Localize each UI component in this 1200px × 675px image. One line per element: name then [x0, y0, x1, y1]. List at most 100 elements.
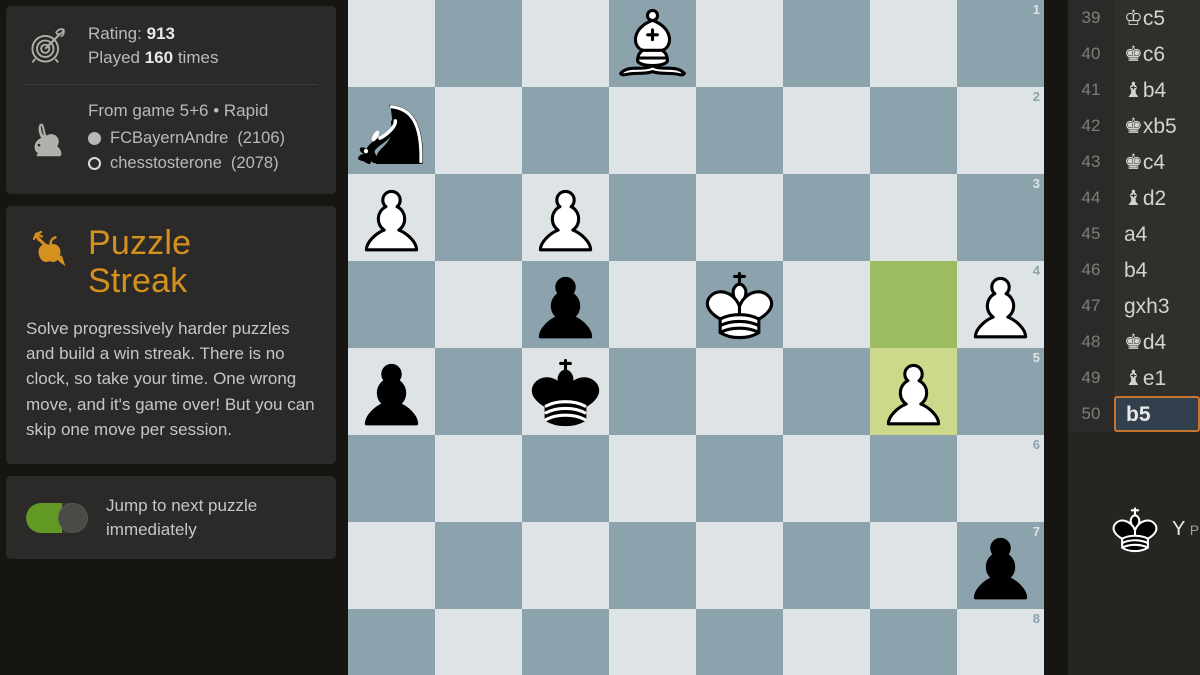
board-square[interactable] [609, 522, 696, 609]
board-square[interactable] [870, 261, 957, 348]
white-pawn-piece[interactable] [348, 174, 435, 261]
board-square[interactable] [870, 0, 957, 87]
board-square[interactable] [870, 348, 957, 435]
move-row[interactable]: 50 b5 [1068, 396, 1200, 432]
move-san-container[interactable]: ♚c4 [1114, 144, 1200, 180]
board-square[interactable] [522, 348, 609, 435]
black-pawn-piece[interactable] [522, 261, 609, 348]
board-square[interactable] [783, 348, 870, 435]
jump-to-next-puzzle-card[interactable]: Jump to next puzzle immediately [6, 475, 336, 560]
board-square[interactable] [348, 522, 435, 609]
board-square[interactable] [783, 522, 870, 609]
board-square[interactable]: 7 [957, 522, 1044, 609]
move-row[interactable]: 45 a4 [1068, 216, 1200, 252]
move-san-container[interactable]: ♝b4 [1114, 72, 1200, 108]
board-square[interactable] [435, 87, 522, 174]
board-square[interactable] [696, 0, 783, 87]
board-square[interactable] [696, 522, 783, 609]
move-row[interactable]: 44 ♝d2 [1068, 180, 1200, 216]
board-square[interactable] [522, 522, 609, 609]
board-square[interactable] [783, 261, 870, 348]
board-square[interactable] [609, 435, 696, 522]
board-square[interactable] [522, 609, 609, 675]
board-square[interactable] [435, 435, 522, 522]
board-square[interactable] [870, 174, 957, 261]
board-square[interactable] [522, 174, 609, 261]
board-square[interactable] [609, 174, 696, 261]
move-row[interactable]: 42 ♚xb5 [1068, 108, 1200, 144]
board-square[interactable] [435, 174, 522, 261]
move-row[interactable]: 48 ♚d4 [1068, 324, 1200, 360]
move-list[interactable]: 39 ♔c5 40 ♚c6 41 ♝b4 42 ♚xb5 43 ♚c4 44 ♝d2 45 a4 46 b4 4… [1068, 0, 1200, 432]
board-square[interactable] [696, 87, 783, 174]
board-square[interactable] [870, 435, 957, 522]
board-square[interactable] [522, 87, 609, 174]
board-square[interactable] [609, 609, 696, 675]
white-pawn-piece[interactable] [522, 174, 609, 261]
board-square[interactable] [783, 87, 870, 174]
board-square[interactable] [348, 435, 435, 522]
black-pawn-piece[interactable] [348, 348, 435, 435]
board-square[interactable] [696, 348, 783, 435]
move-san-container[interactable]: ♝e1 [1114, 360, 1200, 396]
board-square[interactable] [522, 435, 609, 522]
move-row[interactable]: 41 ♝b4 [1068, 72, 1200, 108]
board-square[interactable] [696, 435, 783, 522]
board-square[interactable] [783, 609, 870, 675]
board-square[interactable] [348, 609, 435, 675]
move-san-container[interactable]: b5 [1114, 396, 1200, 432]
board-square[interactable] [348, 348, 435, 435]
board-square[interactable] [522, 0, 609, 87]
move-row[interactable]: 47 gxh3 [1068, 288, 1200, 324]
white-king-piece[interactable] [696, 261, 783, 348]
board-square[interactable]: 5 [957, 348, 1044, 435]
board-square[interactable] [522, 261, 609, 348]
move-san-container[interactable]: ♚d4 [1114, 324, 1200, 360]
move-san-container[interactable]: gxh3 [1114, 288, 1200, 324]
move-row[interactable]: 46 b4 [1068, 252, 1200, 288]
black-knight-piece[interactable] [348, 87, 435, 174]
board-square[interactable] [348, 87, 435, 174]
white-pawn-piece[interactable] [957, 261, 1044, 348]
board-square[interactable] [783, 0, 870, 87]
board-square[interactable] [435, 261, 522, 348]
board-square[interactable] [348, 174, 435, 261]
board-square[interactable]: 2 [957, 87, 1044, 174]
move-san-container[interactable]: ♚xb5 [1114, 108, 1200, 144]
board-square[interactable] [870, 609, 957, 675]
board-square[interactable] [348, 261, 435, 348]
move-san-container[interactable]: ♝d2 [1114, 180, 1200, 216]
board-square[interactable]: 3 [957, 174, 1044, 261]
chess-board-container[interactable]: 1 2 3 4 5 6 7 8 [348, 0, 1044, 675]
move-row[interactable]: 40 ♚c6 [1068, 36, 1200, 72]
move-san-container[interactable]: b4 [1114, 252, 1200, 288]
black-pawn-piece[interactable] [957, 522, 1044, 609]
move-san-container[interactable]: ♔c5 [1114, 0, 1200, 36]
board-square[interactable] [696, 261, 783, 348]
move-row[interactable]: 49 ♝e1 [1068, 360, 1200, 396]
board-square[interactable]: 4 [957, 261, 1044, 348]
player-row-white[interactable]: chesstosterone (2078) [88, 151, 285, 176]
board-square[interactable]: 1 [957, 0, 1044, 87]
board-square[interactable]: 8 [957, 609, 1044, 675]
board-square[interactable] [870, 87, 957, 174]
move-san-container[interactable]: a4 [1114, 216, 1200, 252]
move-row[interactable]: 43 ♚c4 [1068, 144, 1200, 180]
jump-to-next-puzzle-toggle[interactable] [26, 502, 88, 533]
white-bishop-piece[interactable] [609, 0, 696, 87]
board-square[interactable] [609, 261, 696, 348]
chess-board[interactable]: 1 2 3 4 5 6 7 8 [348, 0, 1044, 675]
board-square[interactable] [435, 609, 522, 675]
board-square[interactable] [696, 174, 783, 261]
board-square[interactable] [609, 87, 696, 174]
move-san-container[interactable]: ♚c6 [1114, 36, 1200, 72]
board-square[interactable] [435, 0, 522, 87]
board-square[interactable] [609, 0, 696, 87]
board-square[interactable] [870, 522, 957, 609]
board-square[interactable] [435, 522, 522, 609]
board-square[interactable] [696, 609, 783, 675]
board-square[interactable] [783, 435, 870, 522]
white-pawn-piece[interactable] [870, 348, 957, 435]
move-list-panel[interactable]: 39 ♔c5 40 ♚c6 41 ♝b4 42 ♚xb5 43 ♚c4 44 ♝d2 45 a4 46 b4 4… [1068, 0, 1200, 675]
board-square[interactable] [783, 174, 870, 261]
